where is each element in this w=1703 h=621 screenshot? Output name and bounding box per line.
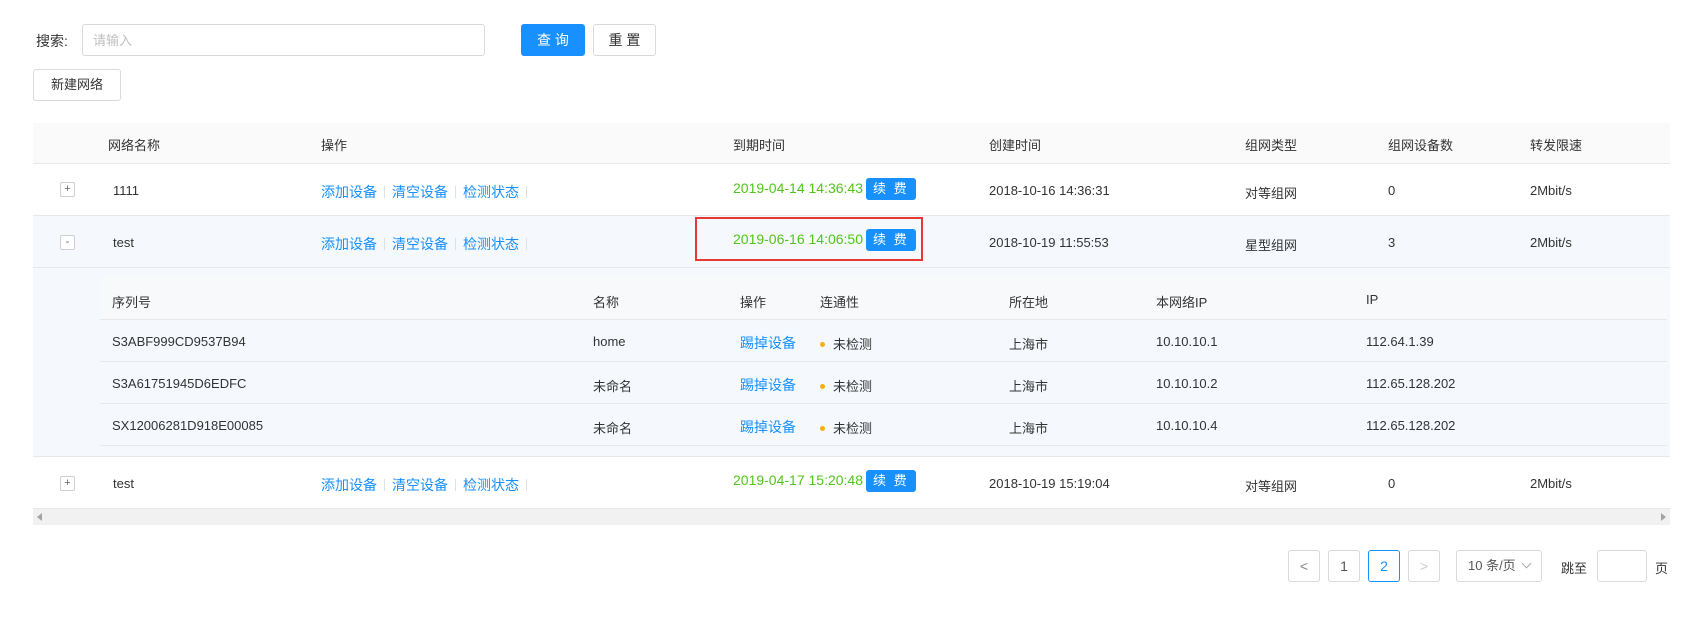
network-name: 1111 bbox=[113, 183, 140, 198]
network-type: 对等组网 bbox=[1245, 186, 1298, 201]
device-serial: S3ABF999CD9537B94 bbox=[112, 334, 246, 349]
expire-time: 2019-04-14 14:36:43 bbox=[733, 180, 863, 196]
collapse-row-button[interactable]: - bbox=[60, 235, 75, 250]
device-ip: 112.65.128.202 bbox=[1366, 376, 1456, 391]
device-serial: S3A61751945D6EDFC bbox=[112, 376, 247, 391]
device-name: 未命名 bbox=[593, 421, 633, 436]
connectivity-status: 未检测 bbox=[833, 421, 873, 436]
sub-header-connectivity: 连通性 bbox=[820, 295, 860, 310]
status-dot-icon bbox=[820, 342, 825, 347]
header-network-name: 网络名称 bbox=[108, 138, 161, 153]
created-time: 2018-10-16 14:36:31 bbox=[989, 183, 1110, 198]
created-time: 2018-10-19 11:55:53 bbox=[989, 235, 1109, 250]
header-device-count: 组网设备数 bbox=[1388, 138, 1454, 153]
clear-devices-link[interactable]: 清空设备 bbox=[392, 477, 448, 493]
expire-time: 2019-06-16 14:06:50 bbox=[733, 231, 863, 247]
device-location: 上海市 bbox=[1009, 379, 1049, 394]
network-type: 星型组网 bbox=[1245, 238, 1298, 253]
connectivity-status: 未检测 bbox=[833, 337, 873, 352]
jump-page-input[interactable] bbox=[1597, 550, 1647, 582]
sub-header-net-ip: 本网络IP bbox=[1156, 295, 1208, 310]
clear-devices-link[interactable]: 清空设备 bbox=[392, 236, 448, 252]
network-name: test bbox=[113, 235, 134, 250]
chevron-down-icon bbox=[1521, 558, 1532, 569]
device-count: 0 bbox=[1388, 476, 1396, 491]
expand-row-button[interactable]: + bbox=[60, 182, 75, 197]
network-name: test bbox=[113, 476, 134, 491]
page-size-select[interactable]: 10 条/页 bbox=[1456, 550, 1542, 582]
device-count: 3 bbox=[1388, 235, 1396, 250]
created-time: 2018-10-19 15:19:04 bbox=[989, 476, 1110, 491]
sub-header-name: 名称 bbox=[593, 295, 620, 310]
header-created-time: 创建时间 bbox=[989, 138, 1042, 153]
status-dot-icon bbox=[820, 426, 825, 431]
renew-button[interactable]: 续 费 bbox=[866, 229, 916, 251]
sub-header-operation: 操作 bbox=[740, 295, 767, 310]
device-name: 未命名 bbox=[593, 379, 633, 394]
device-name: home bbox=[593, 334, 626, 349]
device-ip: 112.65.128.202 bbox=[1366, 418, 1456, 433]
kick-device-link[interactable]: 踢掉设备 bbox=[740, 333, 796, 353]
sub-table-header bbox=[100, 276, 1667, 320]
device-net-ip: 10.10.10.4 bbox=[1156, 418, 1218, 433]
device-location: 上海市 bbox=[1009, 421, 1049, 436]
scroll-right-icon[interactable] bbox=[1661, 513, 1666, 521]
device-serial: SX12006281D918E00085 bbox=[112, 418, 264, 433]
search-label: 搜索: bbox=[36, 33, 68, 49]
renew-button[interactable]: 续 费 bbox=[866, 178, 916, 200]
check-status-link[interactable]: 检测状态 bbox=[463, 184, 519, 200]
clear-devices-link[interactable]: 清空设备 bbox=[392, 184, 448, 200]
expire-time: 2019-04-17 15:20:48 bbox=[733, 472, 863, 488]
check-status-link[interactable]: 检测状态 bbox=[463, 236, 519, 252]
header-expire-time: 到期时间 bbox=[733, 138, 786, 153]
chevron-right-icon: > bbox=[1419, 558, 1429, 574]
sub-header-ip: IP bbox=[1366, 292, 1379, 307]
device-ip: 112.64.1.39 bbox=[1366, 334, 1434, 349]
scroll-left-icon[interactable] bbox=[37, 513, 42, 521]
horizontal-scrollbar[interactable] bbox=[33, 509, 1670, 525]
add-device-link[interactable]: 添加设备 bbox=[321, 236, 377, 252]
device-net-ip: 10.10.10.1 bbox=[1156, 334, 1218, 349]
prev-page-button[interactable]: < bbox=[1288, 550, 1320, 582]
connectivity-status: 未检测 bbox=[833, 379, 873, 394]
header-network-type: 组网类型 bbox=[1245, 138, 1298, 153]
next-page-button[interactable]: > bbox=[1408, 550, 1440, 582]
page-size-value: 10 条/页 bbox=[1468, 558, 1516, 573]
device-net-ip: 10.10.10.2 bbox=[1156, 376, 1218, 391]
sub-header-location: 所在地 bbox=[1009, 295, 1049, 310]
device-location: 上海市 bbox=[1009, 337, 1049, 352]
header-rate-limit: 转发限速 bbox=[1530, 138, 1583, 153]
renew-button[interactable]: 续 费 bbox=[866, 470, 916, 492]
query-button[interactable]: 查 询 bbox=[521, 24, 585, 56]
expand-row-button[interactable]: + bbox=[60, 476, 75, 491]
check-status-link[interactable]: 检测状态 bbox=[463, 477, 519, 493]
kick-device-link[interactable]: 踢掉设备 bbox=[740, 375, 796, 395]
page-2-button[interactable]: 2 bbox=[1368, 550, 1400, 582]
reset-button[interactable]: 重 置 bbox=[593, 24, 656, 56]
rate-limit: 2Mbit/s bbox=[1530, 183, 1572, 198]
status-dot-icon bbox=[820, 384, 825, 389]
search-input[interactable] bbox=[82, 24, 485, 56]
add-device-link[interactable]: 添加设备 bbox=[321, 184, 377, 200]
page-1-button[interactable]: 1 bbox=[1328, 550, 1360, 582]
kick-device-link[interactable]: 踢掉设备 bbox=[740, 417, 796, 437]
network-type: 对等组网 bbox=[1245, 479, 1298, 494]
chevron-left-icon: < bbox=[1299, 558, 1309, 574]
jump-suffix: 页 bbox=[1655, 561, 1669, 576]
rate-limit: 2Mbit/s bbox=[1530, 476, 1572, 491]
new-network-button[interactable]: 新建网络 bbox=[33, 69, 121, 101]
add-device-link[interactable]: 添加设备 bbox=[321, 477, 377, 493]
sub-header-serial: 序列号 bbox=[112, 295, 152, 310]
jump-label: 跳至 bbox=[1561, 561, 1588, 576]
device-count: 0 bbox=[1388, 183, 1396, 198]
rate-limit: 2Mbit/s bbox=[1530, 235, 1572, 250]
header-operations: 操作 bbox=[321, 138, 348, 153]
